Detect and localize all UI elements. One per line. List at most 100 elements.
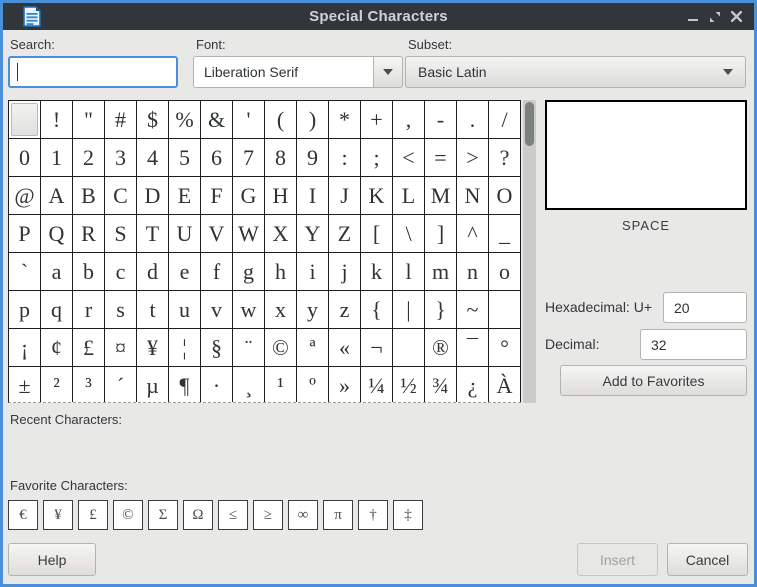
cancel-button[interactable]: Cancel <box>667 543 748 576</box>
char-cell[interactable]: ¸ <box>233 367 265 403</box>
char-cell[interactable]: ¯ <box>457 329 489 367</box>
favorite-char-button[interactable]: € <box>8 500 38 530</box>
char-cell[interactable]: ² <box>41 367 73 403</box>
char-cell[interactable]: > <box>457 139 489 177</box>
favorite-char-button[interactable]: ≥ <box>253 500 283 530</box>
char-cell[interactable]: ( <box>265 101 297 139</box>
char-cell[interactable]: % <box>169 101 201 139</box>
char-cell[interactable]: c <box>105 253 137 291</box>
char-cell[interactable]: { <box>361 291 393 329</box>
char-cell[interactable]: R <box>73 215 105 253</box>
char-cell[interactable]: H <box>265 177 297 215</box>
char-cell[interactable]: ¾ <box>425 367 457 403</box>
char-cell[interactable]: ¥ <box>137 329 169 367</box>
char-cell[interactable]: i <box>297 253 329 291</box>
char-cell[interactable]: & <box>201 101 233 139</box>
char-cell[interactable]: # <box>105 101 137 139</box>
char-cell[interactable]: m <box>425 253 457 291</box>
minimize-button[interactable] <box>685 9 700 24</box>
char-cell[interactable]: - <box>425 101 457 139</box>
char-cell[interactable]: N <box>457 177 489 215</box>
favorite-char-button[interactable]: ≤ <box>218 500 248 530</box>
char-cell[interactable] <box>393 329 425 367</box>
char-cell[interactable]: A <box>41 177 73 215</box>
char-cell[interactable]: 6 <box>201 139 233 177</box>
char-cell[interactable]: y <box>297 291 329 329</box>
char-cell[interactable]: K <box>361 177 393 215</box>
char-cell[interactable]: 0 <box>9 139 41 177</box>
char-cell[interactable]: W <box>233 215 265 253</box>
char-cell[interactable]: " <box>73 101 105 139</box>
char-cell[interactable]: k <box>361 253 393 291</box>
char-cell[interactable]: 9 <box>297 139 329 177</box>
char-cell[interactable]: h <box>265 253 297 291</box>
char-cell[interactable]: ¹ <box>265 367 297 403</box>
search-input[interactable] <box>8 56 178 88</box>
char-cell[interactable]: Z <box>329 215 361 253</box>
char-cell[interactable]: 1 <box>41 139 73 177</box>
char-cell[interactable]: V <box>201 215 233 253</box>
char-cell[interactable]: @ <box>9 177 41 215</box>
char-cell[interactable]: \ <box>393 215 425 253</box>
char-cell[interactable]: · <box>201 367 233 403</box>
grid-scrollbar-thumb[interactable] <box>525 102 534 146</box>
char-cell[interactable] <box>9 101 41 139</box>
decimal-input[interactable] <box>640 329 747 360</box>
char-cell[interactable]: q <box>41 291 73 329</box>
char-cell[interactable]: 3 <box>105 139 137 177</box>
font-dropdown-button[interactable] <box>373 56 403 88</box>
char-cell[interactable]: ¨ <box>233 329 265 367</box>
char-cell[interactable] <box>489 291 521 329</box>
char-cell[interactable]: s <box>105 291 137 329</box>
char-cell[interactable]: E <box>169 177 201 215</box>
char-cell[interactable]: ¶ <box>169 367 201 403</box>
char-cell[interactable]: ± <box>9 367 41 403</box>
char-cell[interactable]: + <box>361 101 393 139</box>
favorite-char-button[interactable]: ∞ <box>288 500 318 530</box>
char-cell[interactable]: } <box>425 291 457 329</box>
char-cell[interactable]: 5 <box>169 139 201 177</box>
char-cell[interactable]: º <box>297 367 329 403</box>
char-cell[interactable]: g <box>233 253 265 291</box>
hexadecimal-input[interactable] <box>663 292 747 323</box>
char-cell[interactable]: ¬ <box>361 329 393 367</box>
char-cell[interactable]: £ <box>73 329 105 367</box>
char-cell[interactable]: x <box>265 291 297 329</box>
char-cell[interactable]: L <box>393 177 425 215</box>
char-cell[interactable]: § <box>201 329 233 367</box>
char-cell[interactable]: w <box>233 291 265 329</box>
char-cell[interactable]: F <box>201 177 233 215</box>
char-cell[interactable]: ® <box>425 329 457 367</box>
char-cell[interactable]: O <box>489 177 521 215</box>
char-cell[interactable]: ] <box>425 215 457 253</box>
char-cell[interactable]: G <box>233 177 265 215</box>
char-cell[interactable]: o <box>489 253 521 291</box>
char-cell[interactable]: z <box>329 291 361 329</box>
char-cell[interactable]: ¿ <box>457 367 489 403</box>
char-cell[interactable]: d <box>137 253 169 291</box>
char-cell[interactable]: ` <box>9 253 41 291</box>
char-cell[interactable]: f <box>201 253 233 291</box>
char-cell[interactable]: ¢ <box>41 329 73 367</box>
char-cell[interactable]: ½ <box>393 367 425 403</box>
help-button[interactable]: Help <box>8 543 96 576</box>
char-cell[interactable]: Q <box>41 215 73 253</box>
char-cell[interactable]: ' <box>233 101 265 139</box>
char-cell[interactable]: e <box>169 253 201 291</box>
char-cell[interactable]: r <box>73 291 105 329</box>
font-value[interactable]: Liberation Serif <box>193 56 373 88</box>
char-cell[interactable]: C <box>105 177 137 215</box>
char-cell[interactable]: B <box>73 177 105 215</box>
char-cell[interactable]: < <box>393 139 425 177</box>
grid-scrollbar[interactable] <box>523 100 536 403</box>
char-cell[interactable]: U <box>169 215 201 253</box>
char-cell[interactable]: Y <box>297 215 329 253</box>
char-cell[interactable]: a <box>41 253 73 291</box>
char-cell[interactable]: j <box>329 253 361 291</box>
char-cell[interactable]: T <box>137 215 169 253</box>
char-cell[interactable]: À <box>489 367 521 403</box>
char-cell[interactable]: u <box>169 291 201 329</box>
char-cell[interactable]: p <box>9 291 41 329</box>
favorite-char-button[interactable]: Σ <box>148 500 178 530</box>
char-cell[interactable]: J <box>329 177 361 215</box>
